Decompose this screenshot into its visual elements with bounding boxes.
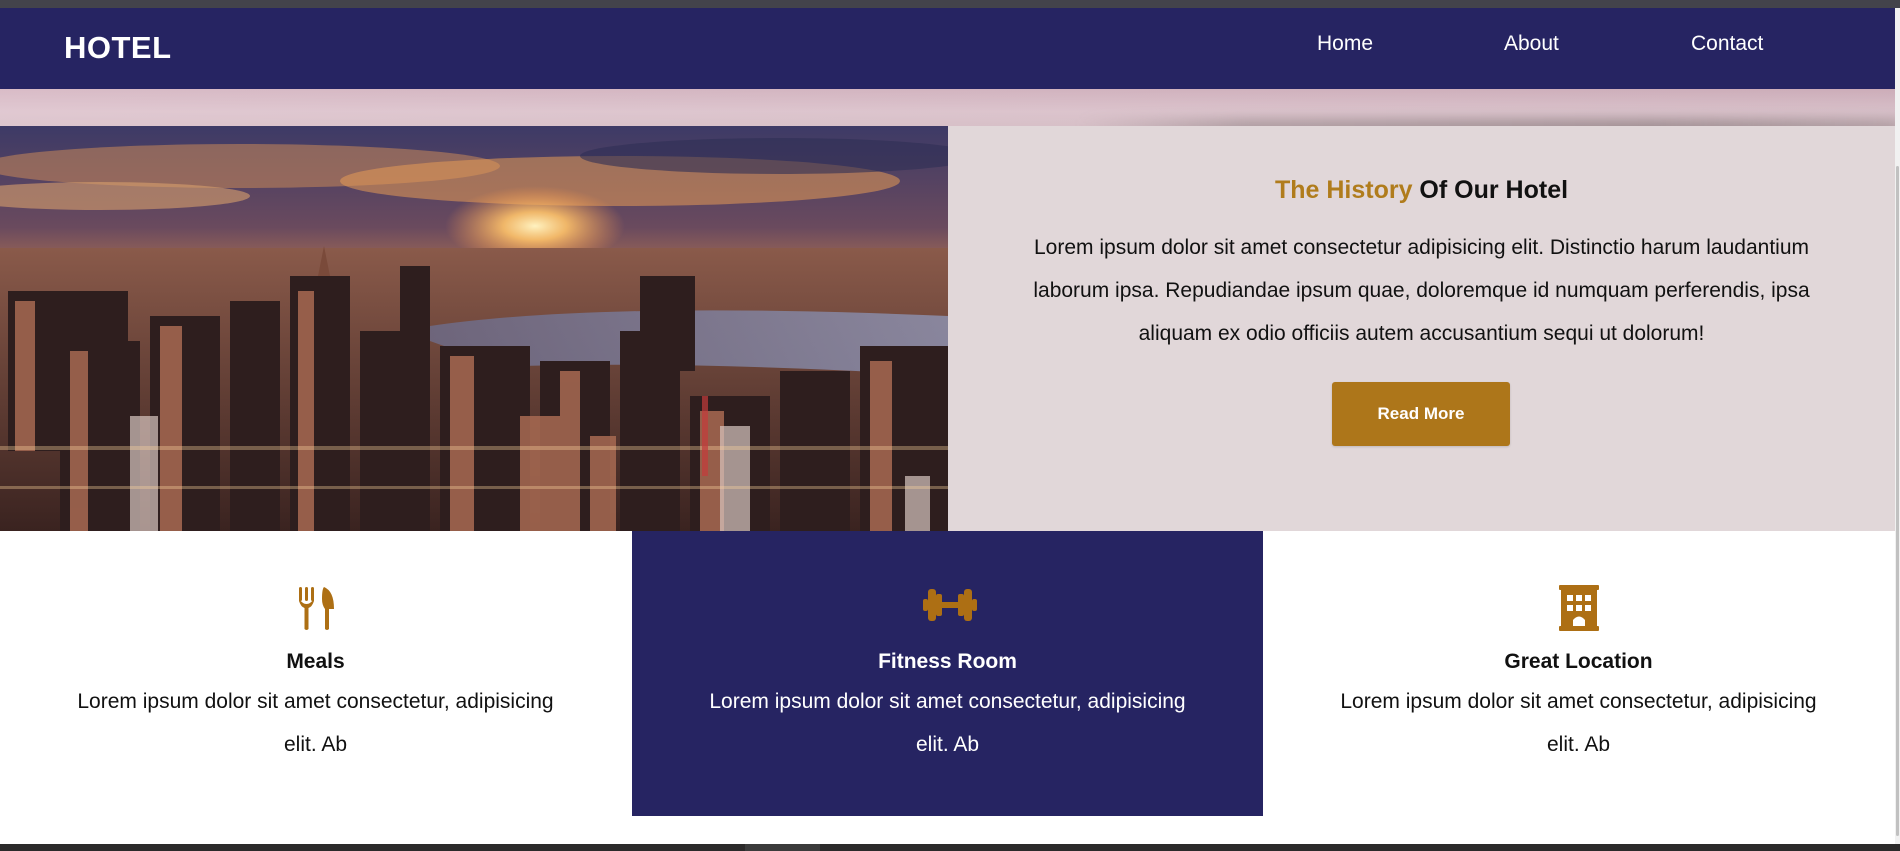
nav-link-home[interactable]: Home	[1317, 32, 1373, 56]
bottom-strip-segment	[745, 844, 820, 851]
scrollbar-thumb[interactable]	[1896, 166, 1899, 836]
nav-link-contact[interactable]: Contact	[1691, 32, 1763, 56]
read-more-button[interactable]: Read More	[1332, 382, 1510, 446]
feature-desc-meals: Lorem ipsum dolor sit amet consectetur, …	[77, 690, 554, 756]
feature-title-fitness: Fitness Room	[878, 650, 1017, 673]
dumbbell-icon	[922, 585, 977, 631]
feature-desc-location: Lorem ipsum dolor sit amet consectetur, …	[1340, 690, 1817, 756]
nav-link-about[interactable]: About	[1504, 32, 1559, 56]
about-paragraph: Lorem ipsum dolor sit amet consectetur a…	[1033, 236, 1810, 345]
feature-card-location: Great Location Lorem ipsum dolor sit ame…	[1263, 531, 1894, 816]
utensils-icon	[291, 585, 341, 631]
features-section: Meals Lorem ipsum dolor sit amet consect…	[0, 531, 1895, 821]
browser-bottom-strip	[0, 844, 1900, 851]
about-title: The History Of Our Hotel	[948, 176, 1895, 205]
site-logo[interactable]: HOTEL	[64, 30, 172, 66]
page: HOTEL Home About Contact The History Of …	[0, 8, 1895, 844]
feature-desc-fitness: Lorem ipsum dolor sit amet consectetur, …	[709, 690, 1186, 756]
feature-card-fitness: Fitness Room Lorem ipsum dolor sit amet …	[632, 531, 1263, 816]
navbar: HOTEL Home About Contact	[0, 8, 1895, 89]
city-skyline-image	[0, 126, 948, 531]
about-title-rest: Of Our Hotel	[1412, 176, 1569, 204]
building-icon	[1554, 585, 1604, 631]
feature-card-meals: Meals Lorem ipsum dolor sit amet consect…	[0, 531, 631, 816]
about-title-accent: The History	[1274, 176, 1413, 204]
feature-title-location: Great Location	[1504, 650, 1653, 673]
browser-top-strip	[0, 0, 1900, 8]
about-section: The History Of Our Hotel Lorem ipsum dol…	[948, 126, 1895, 531]
about-city-image	[0, 126, 948, 531]
feature-title-meals: Meals	[286, 650, 345, 673]
vertical-scrollbar[interactable]	[1895, 8, 1900, 844]
